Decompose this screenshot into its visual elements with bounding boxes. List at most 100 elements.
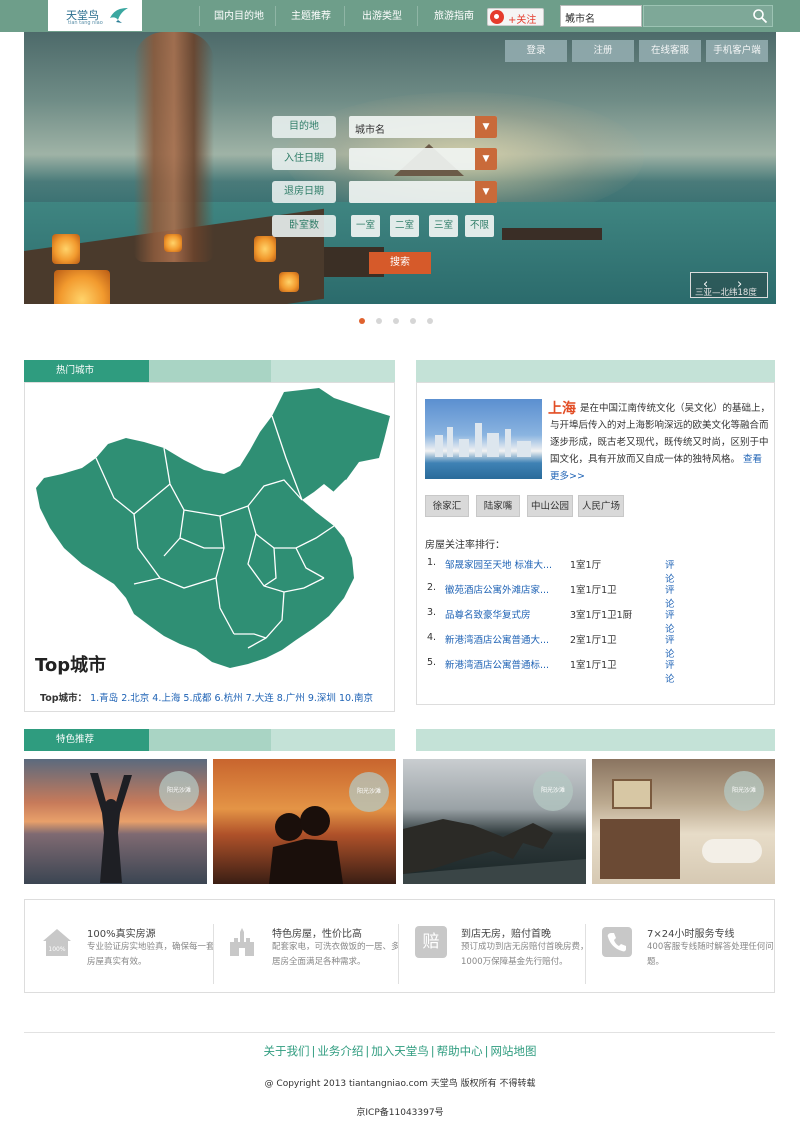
city-link[interactable]: 7.大连	[246, 693, 274, 704]
footer-link-business[interactable]: 业务介绍	[317, 1044, 363, 1058]
room-option-any[interactable]: 不限	[465, 215, 494, 237]
guarantee-title: 7×24小时服务专线	[647, 929, 735, 940]
featured-photo-bathroom[interactable]: 阳光沙滩	[592, 759, 775, 884]
district-tag[interactable]: 中山公园	[527, 495, 573, 517]
ranking-listing-link[interactable]: 邹晟家园至天地 标准大...	[445, 557, 573, 571]
ranking-comment-link[interactable]: 评论	[665, 632, 675, 660]
nav-divider	[199, 6, 200, 26]
weibo-follow-button[interactable]: +关注	[487, 8, 544, 26]
checkout-date-field[interactable]: ▼	[349, 181, 497, 203]
guarantee-desc: 400客服专线随时解答处理任何问题。	[647, 942, 774, 967]
login-button[interactable]: 登录	[505, 40, 567, 62]
ranking-comment-link[interactable]: 评论	[665, 582, 675, 610]
district-tag[interactable]: 陆家嘴	[476, 495, 520, 517]
carousel-dot[interactable]	[427, 318, 433, 324]
bathroom-mirror	[612, 779, 652, 809]
destination-value: 城市名	[355, 125, 385, 136]
weibo-icon	[490, 10, 504, 24]
ranking-listing-link[interactable]: 品尊名致豪华复式房	[445, 607, 573, 621]
footer-links: 关于我们 | 业务介绍 | 加入天堂鸟 | 帮助中心 | 网站地图	[0, 1043, 800, 1059]
search-submit-button[interactable]: 搜索	[369, 252, 431, 274]
svg-text:100%: 100%	[48, 946, 65, 953]
footer-link-sitemap[interactable]: 网站地图	[491, 1044, 537, 1058]
featured-photo-sunset[interactable]: 阳光沙滩	[213, 759, 396, 884]
castle-icon	[230, 928, 254, 956]
carousel-dots	[359, 316, 444, 327]
site-logo[interactable]: 天堂鸟 tian tang niao	[48, 0, 142, 31]
district-tag[interactable]: 人民广场	[578, 495, 624, 517]
logo-subtext: tian tang niao	[68, 20, 103, 26]
ranking-comment-link[interactable]: 评论	[665, 657, 675, 685]
footer-link-about[interactable]: 关于我们	[264, 1044, 310, 1058]
room-option-2[interactable]: 二室	[390, 215, 419, 237]
city-link[interactable]: 6.杭州	[215, 693, 243, 704]
featured-photo-coast[interactable]: 阳光沙滩	[403, 759, 586, 884]
online-service-button[interactable]: 在线客服	[639, 40, 701, 62]
city-link[interactable]: 4.上海	[152, 693, 180, 704]
hot-cities-tab[interactable]: 热门城市	[24, 360, 149, 382]
city-link[interactable]: 10.南京	[339, 693, 373, 704]
carousel-dot[interactable]	[393, 318, 399, 324]
guarantee-item: 100% 100%真实房源 专业验证房实地验真，确保每一套房屋真实有效。	[25, 900, 215, 992]
nav-item-guide[interactable]: 旅游指南	[423, 0, 485, 32]
checkout-label: 退房日期	[272, 181, 336, 203]
register-button[interactable]: 注册	[572, 40, 634, 62]
city-link[interactable]: 5.成都	[183, 693, 211, 704]
footer-link-help[interactable]: 帮助中心	[437, 1044, 483, 1058]
featured-photo-beach[interactable]: 阳光沙滩	[24, 759, 207, 884]
couple-silhouette	[269, 806, 343, 884]
checkin-date-field[interactable]: ▼	[349, 148, 497, 170]
top-nav: 天堂鸟 tian tang niao 国内目的地 主题推荐 出游类型 旅游指南 …	[0, 0, 800, 32]
section-bar	[149, 729, 271, 751]
chevron-down-icon[interactable]: ▼	[475, 181, 497, 203]
ranking-listing-link[interactable]: 新港湾酒店公寓普通大...	[445, 632, 573, 646]
footer-link-join[interactable]: 加入天堂鸟	[371, 1044, 429, 1058]
beach-figure	[90, 773, 132, 883]
carousel-dot[interactable]	[359, 318, 365, 324]
china-map-image[interactable]	[34, 388, 390, 670]
nav-item-trip-type[interactable]: 出游类型	[350, 0, 414, 32]
building-shape	[447, 427, 453, 457]
nav-item-domestic[interactable]: 国内目的地	[204, 0, 274, 32]
footer-separator: |	[484, 1044, 489, 1058]
chevron-down-icon[interactable]: ▼	[475, 116, 497, 138]
icp-license: 京ICP备11043397号	[356, 1108, 444, 1118]
ranking-title: 房屋关注率排行：	[425, 540, 505, 551]
carousel-dot[interactable]	[410, 318, 416, 324]
lantern-image	[279, 272, 299, 292]
destination-select[interactable]: 城市名 ▼	[349, 116, 497, 138]
mobile-client-button[interactable]: 手机客户端	[706, 40, 768, 62]
building-shape	[505, 429, 511, 457]
featured-badge: 阳光沙滩	[159, 771, 199, 811]
chevron-down-icon[interactable]: ▼	[475, 148, 497, 170]
nav-item-theme[interactable]: 主题推荐	[280, 0, 342, 32]
district-tag[interactable]: 徐家汇	[425, 495, 469, 517]
featured-tab[interactable]: 特色推荐	[24, 729, 149, 751]
shanghai-skyline-image[interactable]	[425, 399, 542, 479]
lantern-image	[164, 234, 182, 252]
city-link[interactable]: 1.青岛	[90, 693, 118, 704]
city-link[interactable]: 9.深圳	[308, 693, 336, 704]
ranking-comment-link[interactable]: 评论	[665, 557, 675, 585]
carousel-dot[interactable]	[376, 318, 382, 324]
ranking-listing-link[interactable]: 徽苑酒店公寓外滩店家...	[445, 582, 573, 596]
city-title: 上海	[548, 401, 576, 417]
ranking-listing-link[interactable]: 新港湾酒店公寓普通标...	[445, 657, 573, 671]
guarantee-item: 赔 到店无房，赔付首晚 预订成功到店无房赔付首晚房费，1000万保障基金先行赔付…	[399, 900, 589, 992]
room-option-1[interactable]: 一室	[351, 215, 380, 237]
city-link[interactable]: 2.北京	[121, 693, 149, 704]
building-shape	[475, 423, 482, 457]
lantern-image	[52, 234, 80, 264]
top-cities-title: Top城市	[35, 655, 107, 676]
follow-label: +关注	[508, 15, 537, 26]
room-option-3[interactable]: 三室	[429, 215, 458, 237]
chevron-down-icon: ∨	[565, 9, 574, 23]
ranking-number: 4.	[427, 632, 437, 643]
footer-divider	[24, 1032, 775, 1033]
search-icon[interactable]	[752, 8, 768, 24]
city-select[interactable]: 城市名 ∨	[560, 5, 642, 27]
copyright-text: @ Copyright 2013 tiantangniao.com 天堂鸟 版权…	[264, 1079, 536, 1089]
ranking-room-type: 3室1厅1卫1厨	[570, 610, 633, 621]
city-link[interactable]: 8.广州	[277, 693, 305, 704]
ranking-comment-link[interactable]: 评论	[665, 607, 675, 635]
